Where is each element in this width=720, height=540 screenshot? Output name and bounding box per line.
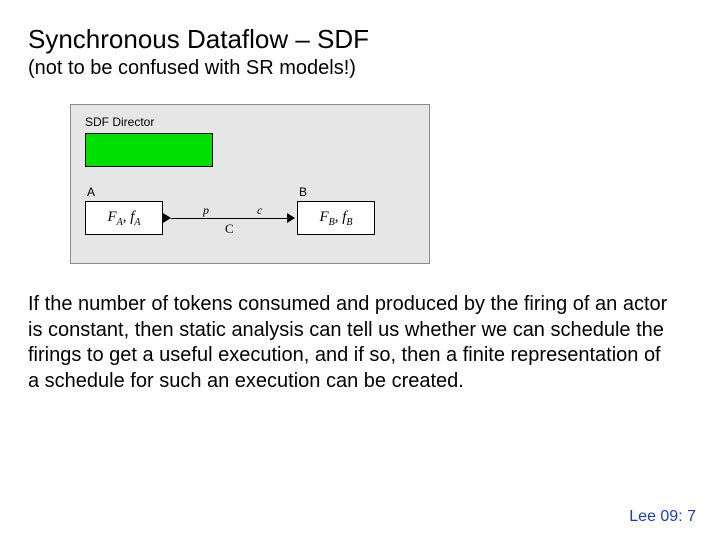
edge-c-label: c (257, 203, 262, 218)
body-text: If the number of tokens consumed and pro… (28, 292, 668, 394)
actor-b-input-port-icon (287, 213, 295, 223)
diagram-container: SDF Director A FA, fA B FB, fB (70, 104, 430, 264)
actors-row: A FA, fA B FB, fB p c C (85, 185, 415, 247)
slide: Synchronous Dataflow – SDF (not to be co… (0, 0, 720, 540)
actor-a-fsub: A (134, 217, 140, 228)
actor-b-F: F (319, 209, 328, 225)
director-label: SDF Director (85, 115, 415, 129)
actor-a-box: FA, fA (85, 201, 163, 235)
actor-b-fsub: B (346, 217, 352, 228)
actor-a-content: FA, fA (107, 209, 140, 228)
actor-a-label: A (87, 185, 95, 199)
actor-b-content: FB, fB (319, 209, 352, 228)
sdf-diagram: SDF Director A FA, fA B FB, fB (70, 104, 430, 264)
actor-b-box: FB, fB (297, 201, 375, 235)
page-title: Synchronous Dataflow – SDF (28, 24, 692, 55)
edge-line (171, 218, 287, 219)
actor-b-label: B (299, 185, 307, 199)
edge-p-label: p (203, 203, 209, 218)
slide-footer: Lee 09: 7 (629, 508, 696, 526)
actor-a-output-port-icon (163, 213, 171, 223)
director-box (85, 133, 213, 167)
page-subtitle: (not to be confused with SR models!) (28, 57, 692, 80)
edge-name-label: C (225, 221, 234, 237)
actor-a-F: F (107, 209, 116, 225)
